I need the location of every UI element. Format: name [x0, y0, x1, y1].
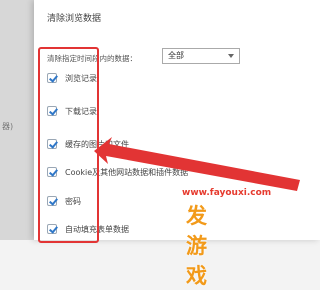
watermark-logo: 发游戏: [186, 204, 208, 288]
red-arrow-icon: [94, 137, 300, 191]
watermark-url: www.fayouxi.com: [182, 188, 272, 198]
